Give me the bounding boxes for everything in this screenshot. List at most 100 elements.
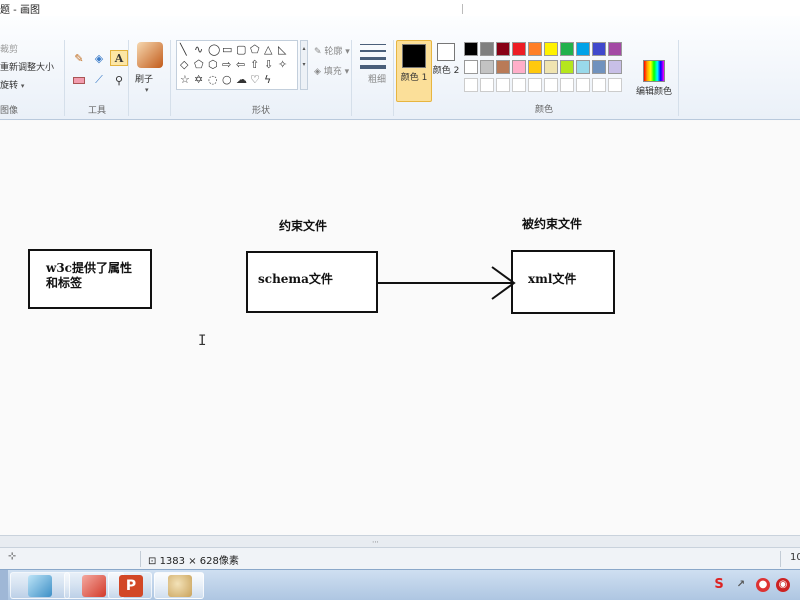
left-arrow-shape-icon[interactable]: ⇦ xyxy=(236,59,245,71)
horizontal-scrollbar[interactable]: ⋯ xyxy=(0,535,800,547)
pencil-tool[interactable]: ✎ xyxy=(70,50,88,66)
palette-swatch[interactable] xyxy=(480,78,494,92)
palette-swatch[interactable] xyxy=(592,42,606,56)
oval-shape-icon[interactable]: ◯ xyxy=(208,44,220,56)
tools-group: ✎ ◈ A ⟋ ⚲ 工具 xyxy=(66,38,128,120)
taskbar-app-paint[interactable] xyxy=(154,572,204,599)
triangle-shape-icon[interactable]: △ xyxy=(264,44,272,56)
palette-swatch[interactable] xyxy=(608,42,622,56)
shapes-group: ╲ ∿ ◯ ▭ ▢ ⬠ △ ◺ ◇ ⬠ ⬡ ⇨ ⇦ ⇧ ⇩ ✧ ☆ ✡ ◌ ○ … xyxy=(172,38,350,120)
tray-record-icon[interactable]: ● xyxy=(756,578,770,592)
palette-swatch[interactable] xyxy=(480,60,494,74)
zoom-level[interactable]: 10 xyxy=(790,552,800,563)
tools-group-label: 工具 xyxy=(87,106,106,116)
image-group-label: 图像 xyxy=(0,106,19,116)
brushes-group[interactable]: 刷子 ▾ xyxy=(131,38,169,120)
drawing-canvas[interactable]: w3c提供了属性 和标签 约束文件 schema文件 被约束文件 xml文件 I xyxy=(0,121,800,535)
oval-callout-shape-icon[interactable]: ○ xyxy=(222,74,232,86)
palette-swatch[interactable] xyxy=(560,60,574,74)
tray-arrow-icon[interactable]: ↗ xyxy=(734,578,748,592)
right-arrow-shape-icon[interactable]: ⇨ xyxy=(222,59,231,71)
arrow-connector xyxy=(376,266,516,300)
palette-swatch[interactable] xyxy=(544,78,558,92)
color-selectors: 颜色 1 颜色 2 xyxy=(396,38,459,120)
palette-swatch[interactable] xyxy=(464,42,478,56)
crop-button[interactable]: 裁剪 xyxy=(0,42,18,55)
tray-stop-icon[interactable]: ◉ xyxy=(776,578,790,592)
divider xyxy=(170,40,171,116)
palette-swatch[interactable] xyxy=(544,42,558,56)
edit-colors-button[interactable]: 编辑颜色 xyxy=(634,60,674,97)
magnifier-tool[interactable]: ⚲ xyxy=(110,72,128,88)
rectangle-shape-icon[interactable]: ▭ xyxy=(222,44,232,56)
rounded-callout-shape-icon[interactable]: ◌ xyxy=(208,74,218,86)
line-shape-icon[interactable]: ╲ xyxy=(180,44,187,56)
divider xyxy=(780,551,781,567)
color2-button[interactable]: 颜色 2 xyxy=(428,40,464,102)
taskbar-app-3[interactable]: P xyxy=(108,572,152,599)
chevron-down-icon: ▾ xyxy=(20,82,25,90)
palette-swatch[interactable] xyxy=(528,42,542,56)
size-button[interactable]: 粗细 xyxy=(354,38,392,120)
six-point-star-shape-icon[interactable]: ✡ xyxy=(194,74,203,86)
palette-swatch[interactable] xyxy=(464,60,478,74)
outline-label: 轮廓 xyxy=(324,47,343,57)
palette-swatch[interactable] xyxy=(512,78,526,92)
right-triangle-shape-icon[interactable]: ◺ xyxy=(278,44,286,56)
text-tool[interactable]: A xyxy=(110,50,128,66)
polygon-shape-icon[interactable]: ⬠ xyxy=(250,44,260,56)
palette-swatch[interactable] xyxy=(496,78,510,92)
resize-button[interactable]: 重新调整大小 xyxy=(0,60,54,73)
rotate-button[interactable]: 旋转 ▾ xyxy=(0,78,24,91)
eraser-icon xyxy=(73,76,85,84)
palette-swatch[interactable] xyxy=(576,60,590,74)
outline-button[interactable]: ✎ 轮廓 ▾ xyxy=(314,44,350,57)
palette-swatch[interactable] xyxy=(592,78,606,92)
palette-swatch[interactable] xyxy=(560,78,574,92)
ribbon: 裁剪 重新调整大小 旋转 ▾ 图像 ✎ ◈ A ⟋ ⚲ 工具 刷子 ▾ ╲ ∿ … xyxy=(0,16,800,120)
taskbar-app-1[interactable] xyxy=(10,572,70,599)
palette-swatch[interactable] xyxy=(512,60,526,74)
curve-shape-icon[interactable]: ∿ xyxy=(194,44,203,56)
cloud-callout-shape-icon[interactable]: ☁ xyxy=(236,74,247,86)
palette-swatch[interactable] xyxy=(576,42,590,56)
palette-swatch[interactable] xyxy=(512,42,526,56)
start-area[interactable] xyxy=(0,570,8,600)
shapes-scrollbar[interactable]: ▴ ▾ xyxy=(300,40,308,90)
palette-swatch[interactable] xyxy=(592,60,606,74)
status-bar: ⊹ ⊡ 1383 × 628像素 10 xyxy=(0,547,800,569)
palette-swatch[interactable] xyxy=(464,78,478,92)
canvas-size-text: 1383 × 628像素 xyxy=(159,556,239,567)
rounded-rectangle-shape-icon[interactable]: ▢ xyxy=(236,44,246,56)
palette-swatch[interactable] xyxy=(544,60,558,74)
five-point-star-shape-icon[interactable]: ☆ xyxy=(180,74,190,86)
heart-shape-icon[interactable]: ♡ xyxy=(250,74,260,86)
up-arrow-shape-icon[interactable]: ⇧ xyxy=(250,59,259,71)
color1-button[interactable]: 颜色 1 xyxy=(396,40,432,102)
palette-swatch[interactable] xyxy=(608,60,622,74)
palette-swatch[interactable] xyxy=(608,78,622,92)
rotate-label: 旋转 xyxy=(0,81,19,91)
palette-swatch[interactable] xyxy=(560,42,574,56)
eraser-tool[interactable] xyxy=(70,72,88,88)
fill-tool[interactable]: ◈ xyxy=(90,50,108,66)
palette-swatch[interactable] xyxy=(496,42,510,56)
powerpoint-icon: P xyxy=(119,575,143,597)
down-arrow-shape-icon[interactable]: ⇩ xyxy=(264,59,273,71)
diamond-shape-icon[interactable]: ◇ xyxy=(180,59,188,71)
color-picker-tool[interactable]: ⟋ xyxy=(90,72,108,88)
resize-grip-icon[interactable]: ⋯ xyxy=(372,538,379,546)
palette-swatch[interactable] xyxy=(528,60,542,74)
pentagon-shape-icon[interactable]: ⬠ xyxy=(194,59,204,71)
input-method-icon[interactable]: S xyxy=(712,578,726,592)
fill-button[interactable]: ◈ 填充 ▾ xyxy=(314,64,349,77)
lightning-shape-icon[interactable]: ϟ xyxy=(264,74,271,86)
palette-swatch[interactable] xyxy=(480,42,494,56)
palette-swatch[interactable] xyxy=(528,78,542,92)
divider xyxy=(678,40,679,116)
palette-swatch[interactable] xyxy=(576,78,590,92)
line-medium xyxy=(360,50,386,52)
four-point-star-shape-icon[interactable]: ✧ xyxy=(278,59,287,71)
hexagon-shape-icon[interactable]: ⬡ xyxy=(208,59,218,71)
palette-swatch[interactable] xyxy=(496,60,510,74)
